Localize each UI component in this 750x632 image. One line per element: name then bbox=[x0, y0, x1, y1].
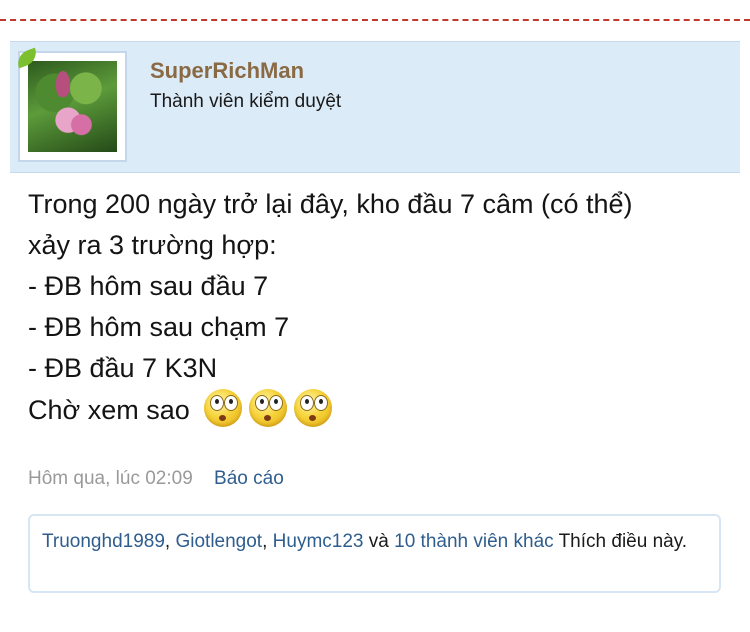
post-message: Trong 200 ngày trở lại đây, kho đầu 7 câ… bbox=[28, 184, 728, 431]
liker-link[interactable]: Giotlengot bbox=[175, 531, 262, 552]
liker-link[interactable]: Huymc123 bbox=[273, 531, 364, 552]
likes-suffix: Thích điều này. bbox=[558, 531, 688, 552]
post-line: Trong 200 ngày trở lại đây, kho đầu 7 câ… bbox=[28, 189, 633, 219]
avatar[interactable] bbox=[14, 47, 127, 162]
liker-link[interactable]: Truonghd1989 bbox=[42, 531, 165, 552]
author-role: Thành viên kiểm duyệt bbox=[150, 91, 342, 112]
author-header: SuperRichMan Thành viên kiểm duyệt bbox=[10, 41, 740, 173]
post-line: - ĐB đầu 7 K3N bbox=[28, 353, 218, 383]
post-line: - ĐB hôm sau chạm 7 bbox=[28, 312, 290, 342]
post-meta: Hôm qua, lúc 02:09 Báo cáo bbox=[28, 468, 284, 490]
eek-smiley-icon bbox=[294, 389, 333, 427]
post-line-text: Chờ xem sao bbox=[28, 395, 190, 425]
likes-and-word: và bbox=[368, 531, 389, 552]
likes-summary: Truonghd1989, Giotlengot, Huymc123 và 10… bbox=[28, 514, 721, 593]
post-line: - ĐB hôm sau đầu 7 bbox=[28, 271, 269, 301]
post-divider bbox=[0, 19, 750, 21]
post-line: xảy ra 3 trường hợp: bbox=[28, 230, 277, 260]
report-link[interactable]: Báo cáo bbox=[214, 468, 284, 489]
avatar-image bbox=[28, 61, 117, 152]
eek-smiley-icon bbox=[249, 389, 288, 427]
eek-smiley-icon bbox=[204, 389, 243, 427]
post-timestamp[interactable]: Hôm qua, lúc 02:09 bbox=[28, 468, 193, 489]
likes-separator: , bbox=[164, 531, 176, 552]
post-line-last: Chờ xem sao bbox=[28, 389, 728, 431]
emoji-row bbox=[197, 389, 333, 427]
author-name[interactable]: SuperRichMan bbox=[150, 58, 304, 84]
other-likers-link[interactable]: 10 thành viên khác bbox=[394, 531, 554, 552]
lotus-bud bbox=[56, 71, 70, 97]
likes-separator: , bbox=[262, 531, 273, 552]
